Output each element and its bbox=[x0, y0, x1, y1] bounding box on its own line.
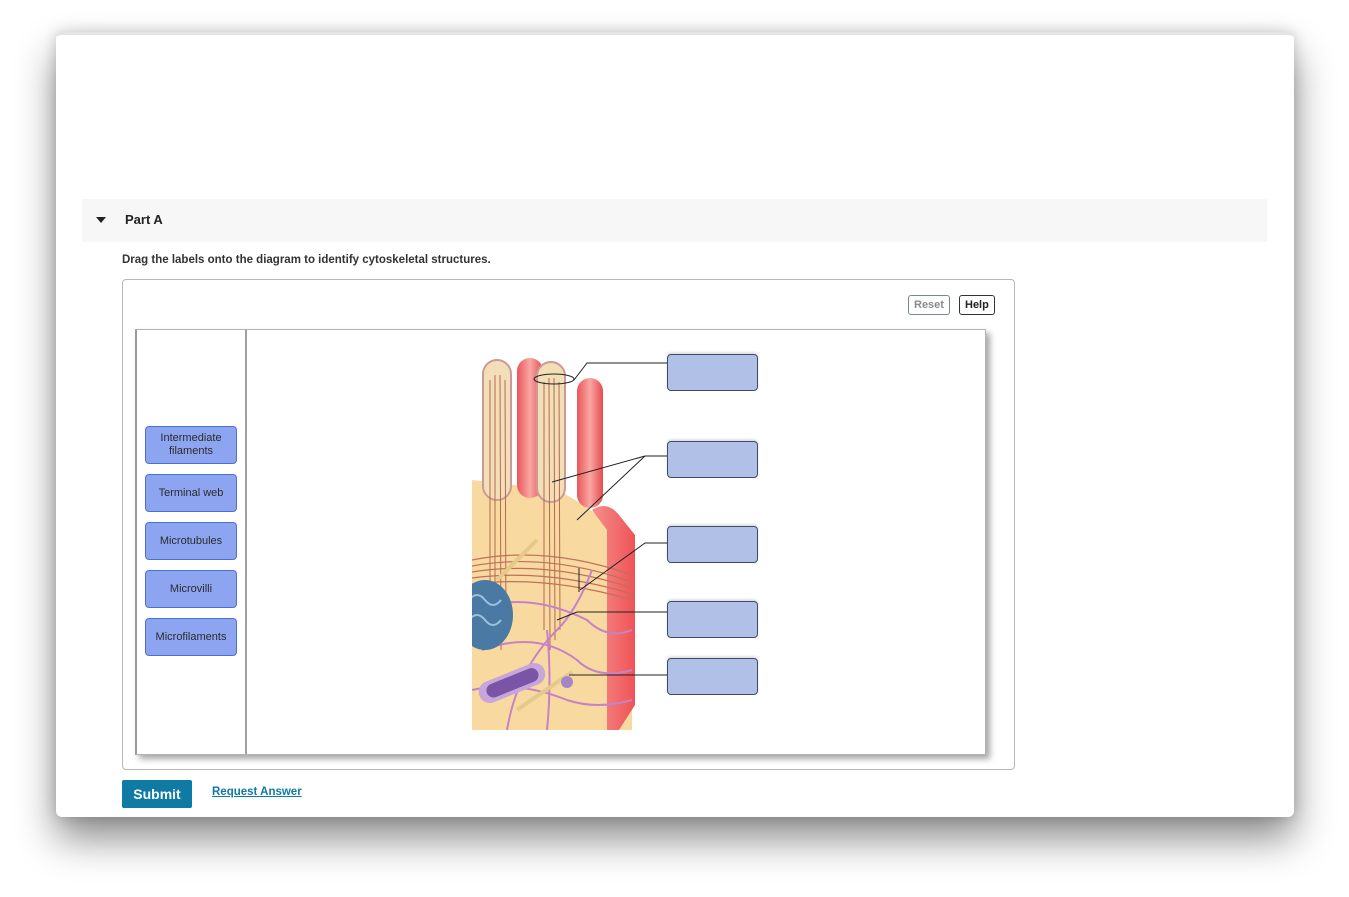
drop-target-2[interactable] bbox=[667, 441, 758, 478]
browser-window: Part A Drag the labels onto the diagram … bbox=[56, 32, 1294, 817]
drop-target-3[interactable] bbox=[667, 526, 758, 563]
caret-down-icon[interactable] bbox=[96, 217, 106, 223]
request-answer-link[interactable]: Request Answer bbox=[212, 786, 302, 798]
submit-button[interactable]: Submit bbox=[122, 780, 192, 808]
label-intermediate-filaments[interactable]: Intermediate filaments bbox=[145, 426, 237, 464]
cytoskeleton-diagram bbox=[247, 330, 986, 754]
instructions: Drag the labels onto the diagram to iden… bbox=[122, 254, 491, 266]
drop-target-5[interactable] bbox=[667, 658, 758, 695]
label-microfilaments[interactable]: Microfilaments bbox=[145, 618, 237, 656]
part-a-header[interactable]: Part A bbox=[82, 199, 1267, 242]
cell-illustration bbox=[472, 358, 667, 730]
help-button[interactable]: Help bbox=[959, 295, 995, 315]
workspace: Intermediate filaments Terminal web Micr… bbox=[135, 329, 986, 755]
labeling-activity: Reset Help Intermediate filaments Termin… bbox=[122, 279, 1015, 770]
label-microvilli[interactable]: Microvilli bbox=[145, 570, 237, 608]
drop-target-4[interactable] bbox=[667, 601, 758, 638]
part-title: Part A bbox=[125, 212, 163, 227]
label-bank: Intermediate filaments Terminal web Micr… bbox=[137, 330, 247, 754]
label-microtubules[interactable]: Microtubules bbox=[145, 522, 237, 560]
reset-button[interactable]: Reset bbox=[908, 295, 950, 315]
drop-target-1[interactable] bbox=[667, 354, 758, 391]
label-terminal-web[interactable]: Terminal web bbox=[145, 474, 237, 512]
